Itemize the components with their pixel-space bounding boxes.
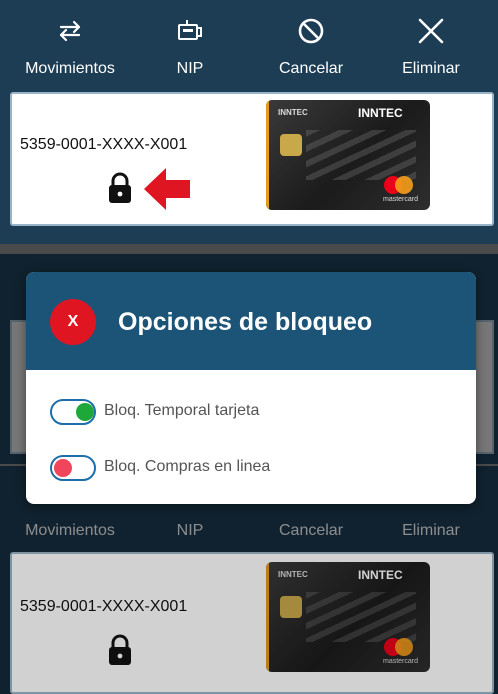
- card-toolbar-bottom: Movimientos NIP Cancelar Eliminar: [0, 506, 498, 556]
- dialog-close-button[interactable]: X: [50, 299, 96, 345]
- card-panel-top: Movimientos NIP Cancelar Eliminar 5359-0…: [0, 0, 498, 244]
- card-reader-icon: [178, 20, 202, 40]
- close-icon: [418, 18, 444, 44]
- lock-icon-2[interactable]: [107, 634, 133, 666]
- online-purchases-label: Bloq. Compras en linea: [104, 458, 271, 475]
- movimientos-label: Movimientos: [25, 60, 115, 77]
- card-network-2: mastercard: [383, 658, 419, 665]
- dialog-header: X Opciones de bloqueo: [26, 272, 476, 370]
- card-number-2: 5359-0001-XXXX-X001: [20, 598, 188, 615]
- cancelar-button[interactable]: Cancelar: [266, 0, 356, 90]
- cancelar-label-2: Cancelar: [278, 522, 344, 539]
- nip-button[interactable]: NIP: [150, 0, 230, 90]
- cancelar-label: Cancelar: [278, 60, 344, 77]
- nip-label: NIP: [176, 60, 204, 77]
- online-purchases-toggle[interactable]: [50, 455, 96, 481]
- movimientos-label-2: Movimientos: [25, 522, 115, 539]
- card-chip: [280, 134, 302, 156]
- eliminar-label: Eliminar: [402, 60, 460, 77]
- card-brand-left-2: INNTEC: [278, 570, 308, 579]
- dialog-title: Opciones de bloqueo: [118, 308, 373, 336]
- card-pattern-2: [306, 592, 416, 642]
- card-number: 5359-0001-XXXX-X001: [20, 136, 188, 153]
- card-network: mastercard: [383, 196, 419, 203]
- option-online-purchases-lock: Bloq. Compras en linea: [50, 454, 450, 482]
- temporal-lock-toggle[interactable]: [50, 399, 96, 425]
- card-image-2: INNTEC INNTEC mastercard: [266, 562, 430, 672]
- card-item-2[interactable]: 5359-0001-XXXX-X001 INNTEC INNTEC master…: [10, 552, 494, 694]
- option-temporal-lock: Bloq. Temporal tarjeta: [50, 398, 450, 426]
- temporal-lock-label: Bloq. Temporal tarjeta: [104, 402, 260, 419]
- toggle-knob-on: [76, 403, 94, 421]
- nip-button-2[interactable]: NIP: [150, 506, 230, 556]
- eliminar-button-2[interactable]: Eliminar: [386, 506, 476, 556]
- cancelar-button-2[interactable]: Cancelar: [266, 506, 356, 556]
- lock-options-dialog: X Opciones de bloqueo Bloq. Temporal tar…: [26, 272, 476, 504]
- eliminar-label-2: Eliminar: [402, 522, 460, 539]
- card-edge: [266, 100, 269, 210]
- movimientos-button-2[interactable]: Movimientos: [10, 506, 130, 556]
- swap-arrows-icon: [59, 20, 81, 42]
- block-icon: [298, 18, 324, 44]
- nip-label-2: NIP: [176, 522, 204, 539]
- card-brand-right-2: INNTEC: [358, 568, 403, 582]
- red-arrow-icon: [144, 168, 190, 210]
- card-image: INNTEC INNTEC mastercard: [266, 100, 430, 210]
- card-edge-2: [266, 562, 269, 672]
- card-brand-right: INNTEC: [358, 106, 403, 120]
- lock-icon[interactable]: [107, 172, 133, 204]
- movimientos-button[interactable]: Movimientos: [10, 0, 130, 90]
- card-chip-2: [280, 596, 302, 618]
- card-item[interactable]: 5359-0001-XXXX-X001 INNTEC INNTEC master…: [10, 92, 494, 226]
- card-pattern: [306, 130, 416, 180]
- eliminar-button[interactable]: Eliminar: [386, 0, 476, 90]
- mastercard-logo-orange-2: [395, 638, 413, 656]
- card-toolbar: Movimientos NIP Cancelar Eliminar: [0, 0, 498, 90]
- mastercard-logo-orange: [395, 176, 413, 194]
- toggle-knob-off: [54, 459, 72, 477]
- card-brand-left: INNTEC: [278, 108, 308, 117]
